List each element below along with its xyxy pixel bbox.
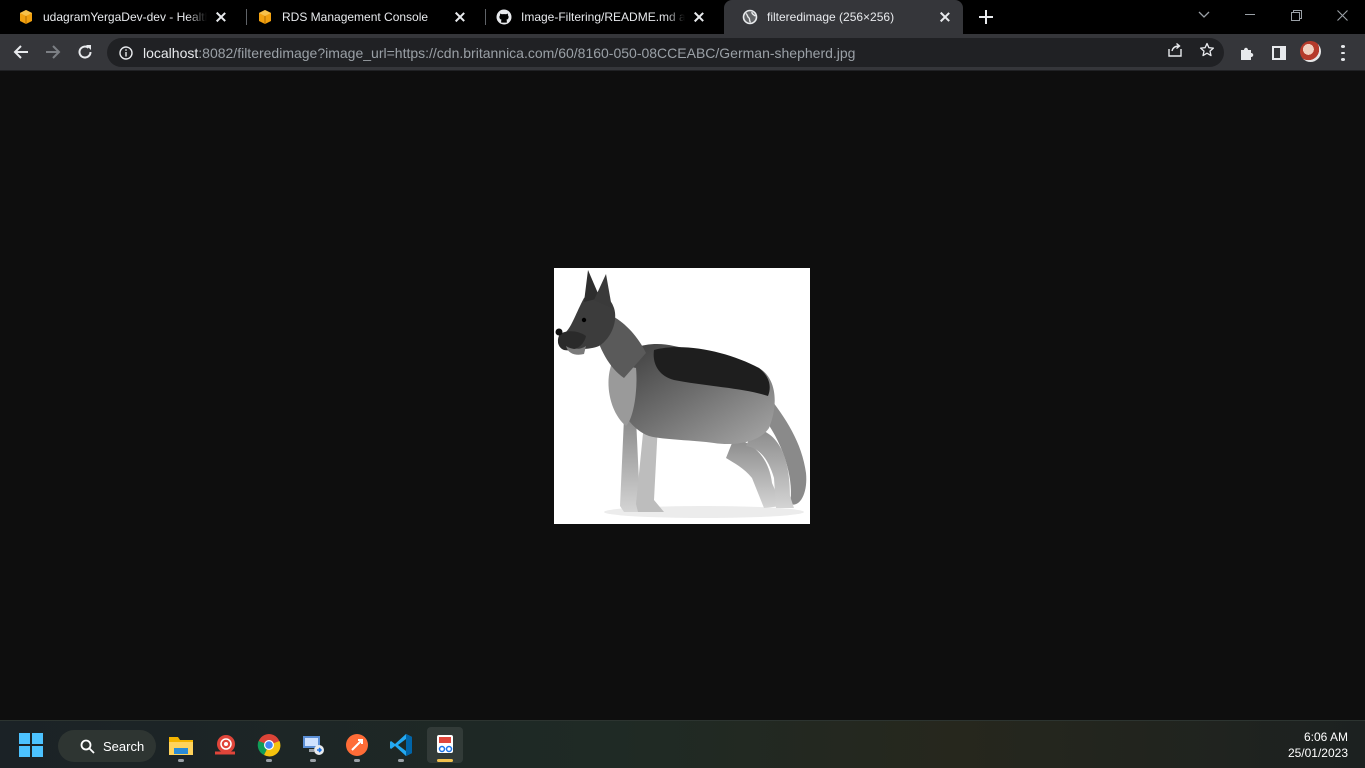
postman-icon[interactable] [339,727,375,763]
tab-search-chevron-icon[interactable] [1181,0,1227,30]
address-bar[interactable]: localhost:8082/filteredimage?image_url=h… [107,38,1224,67]
url-path: :8082/filteredimage?image_url=https://cd… [198,44,856,61]
close-tab-icon[interactable] [937,9,953,25]
snail-app-icon[interactable] [207,727,243,763]
tab-health-dashboard[interactable]: udagramYergaDev-dev - Health D [0,0,239,34]
file-explorer-icon[interactable] [163,727,199,763]
tab-title: Image-Filtering/README.md at m [521,10,685,24]
bookmark-star-icon[interactable] [1198,41,1216,59]
start-button[interactable] [13,727,49,763]
clock-date: 25/01/2023 [1287,746,1348,760]
forward-arrow-icon [46,45,61,59]
back-button[interactable] [7,38,35,66]
close-tab-icon[interactable] [691,9,707,25]
tab-rds-console[interactable]: RDS Management Console [239,0,478,34]
close-tab-icon[interactable] [452,9,468,25]
minimize-button[interactable] [1227,0,1273,30]
windows-logo-icon [19,733,43,757]
windows-taskbar: Search 6:06 AM 25/01/2023 [0,720,1365,768]
back-arrow-icon [13,45,28,59]
globe-icon [742,9,758,25]
chrome-icon[interactable] [251,727,287,763]
site-info-icon[interactable] [109,45,143,60]
github-icon [496,9,512,25]
tab-title: RDS Management Console [282,10,429,24]
url-host: localhost [143,44,199,61]
reload-icon [78,45,92,59]
more-menu-icon[interactable] [1333,43,1353,63]
taskbar-search-button[interactable]: Search [58,730,156,762]
search-label: Search [103,738,145,754]
tab-strip: udagramYergaDev-dev - Health D RDS Manag… [0,0,1365,34]
restore-button[interactable] [1273,0,1319,30]
tab-github-readme[interactable]: Image-Filtering/README.md at m [478,0,717,34]
close-window-button[interactable] [1319,0,1365,30]
filtered-dog-image [554,268,810,524]
german-shepherd-illustration [555,270,807,518]
new-tab-button[interactable] [975,6,997,28]
snipping-tool-icon[interactable] [427,727,463,763]
side-panel-icon[interactable] [1269,43,1289,63]
vscode-icon[interactable] [383,727,419,763]
forward-button[interactable] [39,38,67,66]
aws-box-icon [257,9,273,25]
close-tab-icon[interactable] [213,9,229,25]
search-icon [80,739,95,754]
profile-avatar[interactable] [1300,41,1321,62]
clock-time: 6:06 AM [1303,730,1348,744]
tab-filteredimage[interactable]: filteredimage (256×256) [724,0,963,34]
page-content [0,71,1365,720]
reload-button[interactable] [71,38,99,66]
system-clock[interactable]: 6:06 AM 25/01/2023 [1288,729,1348,761]
extensions-puzzle-icon[interactable] [1237,43,1257,63]
browser-toolbar: localhost:8082/filteredimage?image_url=h… [0,34,1365,71]
tab-title: udagramYergaDev-dev - Health D [43,10,207,24]
remote-desktop-icon[interactable] [295,727,331,763]
share-icon[interactable] [1166,41,1184,59]
url-text: localhost:8082/filteredimage?image_url=h… [143,45,855,61]
aws-box-icon [18,9,34,25]
tab-title: filteredimage (256×256) [767,10,895,24]
